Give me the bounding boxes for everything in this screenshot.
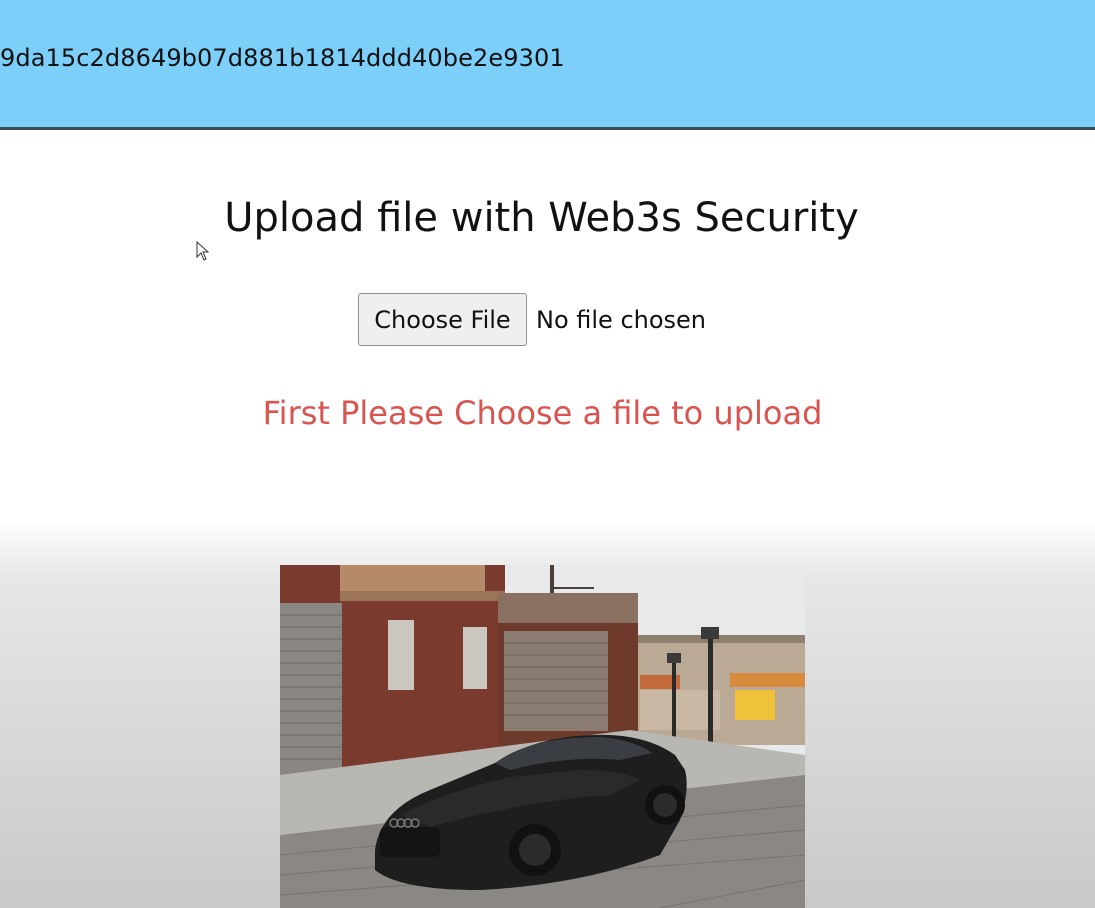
page-title-text: Upload file with Web3s Security: [224, 195, 859, 241]
uploaded-car-image: [280, 565, 805, 908]
file-input[interactable]: Choose File No file chosen: [358, 293, 706, 346]
choose-file-button[interactable]: Choose File: [358, 293, 527, 346]
mouse-cursor-icon: [196, 241, 210, 261]
header-bar: 9da15c2d8649b07d881b1814ddd40be2e9301: [0, 0, 1095, 130]
account-address: 9da15c2d8649b07d881b1814ddd40be2e9301: [0, 44, 565, 72]
warning-message: First Please Choose a file to upload: [0, 394, 1095, 432]
warning-message-text: First Please Choose a file to upload: [262, 394, 823, 432]
page-title: Upload file with Web3s Security: [0, 195, 1095, 241]
file-status-text: No file chosen: [536, 305, 707, 334]
